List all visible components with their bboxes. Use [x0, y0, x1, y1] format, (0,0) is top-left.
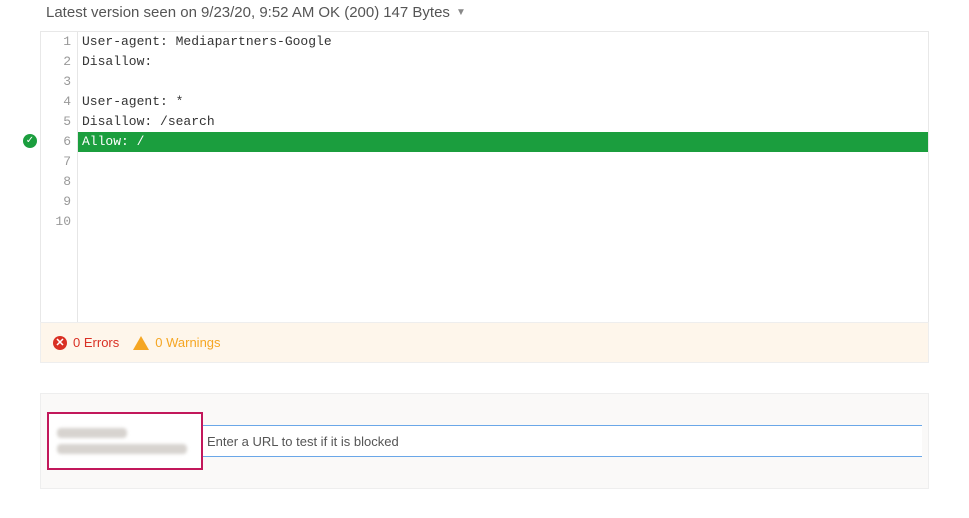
- line-number: 5: [41, 112, 77, 132]
- line-gutter: 123456✓78910: [41, 32, 77, 322]
- status-size: 147 Bytes: [383, 4, 450, 21]
- code-line[interactable]: [78, 152, 928, 172]
- status-prefix: Latest version seen on: [46, 4, 197, 21]
- chevron-down-icon[interactable]: ▼: [456, 7, 466, 18]
- line-number: 6✓: [41, 132, 77, 152]
- status-code: OK (200): [318, 4, 379, 21]
- warning-icon: [133, 336, 149, 350]
- line-number: 2: [41, 52, 77, 72]
- line-number: 9: [41, 192, 77, 212]
- line-number: 8: [41, 172, 77, 192]
- messages-bar: ✕ 0 Errors 0 Warnings: [40, 322, 929, 363]
- line-number: 3: [41, 72, 77, 92]
- code-line[interactable]: Disallow: /search: [78, 112, 928, 132]
- code-line[interactable]: [78, 172, 928, 192]
- line-number: 4: [41, 92, 77, 112]
- warnings-label: Warnings: [166, 335, 220, 350]
- code-line[interactable]: [78, 72, 928, 92]
- url-test-section: [40, 393, 929, 489]
- code-line[interactable]: User-agent: *: [78, 92, 928, 112]
- status-line[interactable]: Latest version seen on 9/23/20, 9:52 AM …: [0, 0, 969, 31]
- code-line[interactable]: [78, 192, 928, 212]
- origin-text-redacted: [57, 428, 127, 438]
- url-origin-box[interactable]: [47, 412, 203, 470]
- errors-count: 0: [73, 335, 80, 350]
- code-line[interactable]: Allow: /: [78, 132, 928, 152]
- code-area[interactable]: User-agent: Mediapartners-GoogleDisallow…: [77, 32, 928, 322]
- status-date: 9/23/20, 9:52 AM: [201, 4, 314, 21]
- code-line[interactable]: [78, 212, 928, 232]
- robots-editor: 123456✓78910 User-agent: Mediapartners-G…: [40, 31, 929, 322]
- line-number: 10: [41, 212, 77, 232]
- url-test-input[interactable]: [203, 425, 922, 457]
- code-line[interactable]: Disallow:: [78, 52, 928, 72]
- check-icon: ✓: [23, 134, 37, 148]
- error-icon: ✕: [53, 336, 67, 350]
- line-number: 7: [41, 152, 77, 172]
- errors-label: Errors: [84, 335, 119, 350]
- line-number: 1: [41, 32, 77, 52]
- warnings-count: 0: [155, 335, 162, 350]
- code-line[interactable]: User-agent: Mediapartners-Google: [78, 32, 928, 52]
- origin-text-redacted: [57, 444, 187, 454]
